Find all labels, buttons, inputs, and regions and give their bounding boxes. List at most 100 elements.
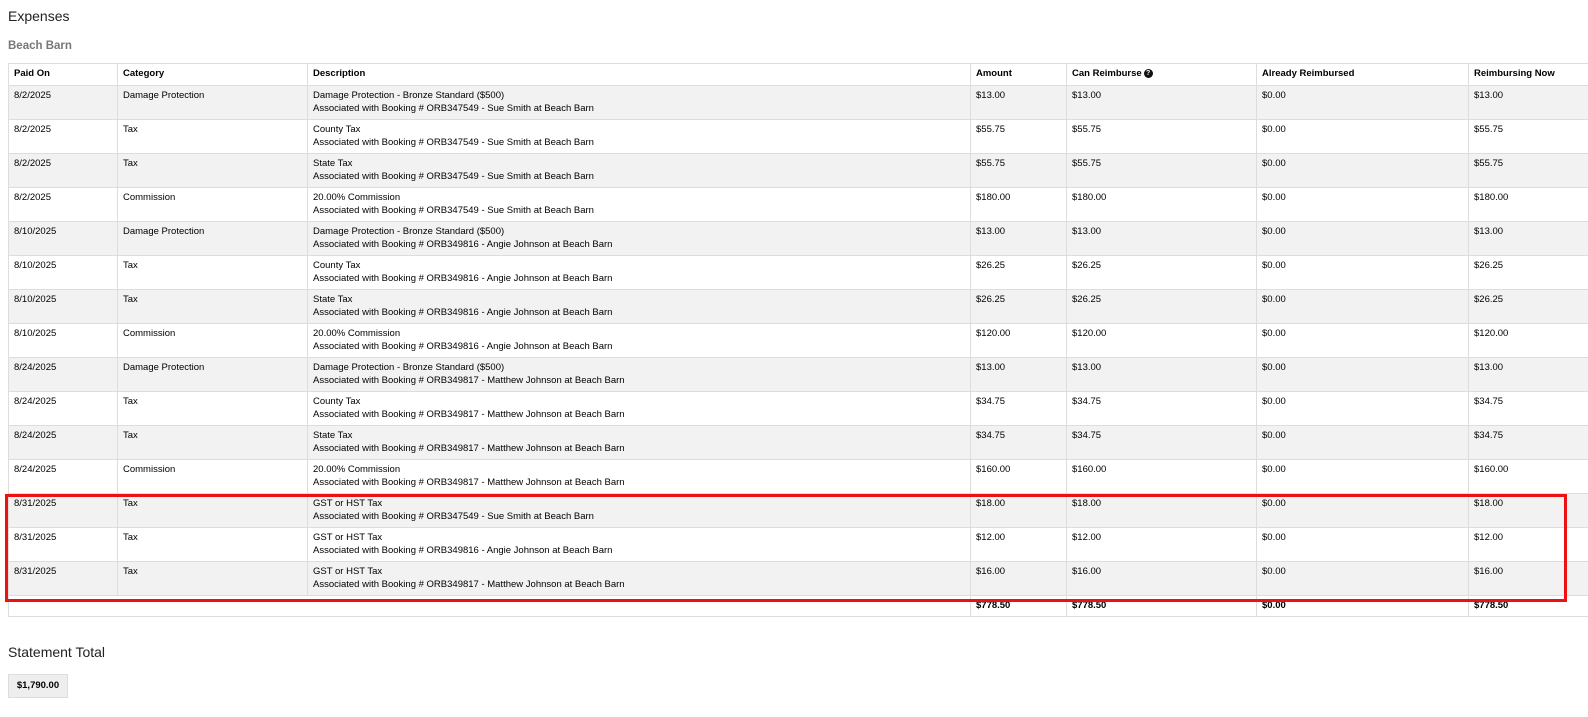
cell-amount: $180.00 — [970, 187, 1067, 222]
description-title: Damage Protection - Bronze Standard ($50… — [313, 226, 505, 237]
description-booking: Associated with Booking # ORB349817 - Ma… — [313, 578, 625, 590]
table-row: 8/2/2025 Commission 20.00% Commission Assoc… — [8, 187, 1588, 222]
cell-description: County Tax Associated with Booking # ORB3… — [307, 255, 971, 290]
cell-paid-on: 8/2/2025 — [8, 187, 118, 222]
cell-paid-on: 8/10/2025 — [8, 221, 118, 256]
description-title: 20.00% Commission — [313, 464, 401, 475]
cell-can-reimburse: $16.00 — [1066, 561, 1257, 596]
cell-reimbursing-now: $34.75 — [1468, 425, 1588, 460]
table-header-row: Paid On Category Description Amount Can … — [8, 63, 1588, 86]
cell-description: Damage Protection - Bronze Standard ($50… — [307, 221, 971, 256]
cell-amount: $12.00 — [970, 527, 1067, 562]
table-row: 8/24/2025 Commission 20.00% Commission Asso… — [8, 459, 1588, 494]
cell-already-reimbursed: $0.00 — [1256, 357, 1469, 392]
cell-category: Tax — [117, 153, 308, 188]
table-row: 8/24/2025 Tax County Tax Associated with Bo… — [8, 391, 1588, 426]
description-title: GST or HST Tax — [313, 532, 383, 543]
cell-amount: $55.75 — [970, 153, 1067, 188]
cell-paid-on: 8/2/2025 — [8, 119, 118, 154]
header-description[interactable]: Description — [307, 63, 971, 86]
cell-can-reimburse: $13.00 — [1066, 221, 1257, 256]
description-booking: Associated with Booking # ORB347549 - Su… — [313, 510, 594, 522]
description-booking: Associated with Booking # ORB347549 - Su… — [313, 102, 594, 114]
cell-paid-on: 8/2/2025 — [8, 85, 118, 120]
cell-description: GST or HST Tax Associated with Booking # … — [307, 561, 971, 596]
description-title: 20.00% Commission — [313, 192, 401, 203]
cell-paid-on: 8/10/2025 — [8, 255, 118, 290]
cell-description: County Tax Associated with Booking # ORB3… — [307, 391, 971, 426]
cell-reimbursing-now: $18.00 — [1468, 493, 1588, 528]
description-booking: Associated with Booking # ORB349816 - An… — [313, 306, 613, 318]
cell-already-reimbursed: $0.00 — [1256, 187, 1469, 222]
description-title: County Tax — [313, 396, 361, 407]
cell-amount: $34.75 — [970, 391, 1067, 426]
help-icon[interactable]: ? — [1143, 68, 1153, 78]
description-title: GST or HST Tax — [313, 566, 383, 577]
header-can-reimburse[interactable]: Can Reimburse? — [1066, 63, 1257, 86]
description-booking: Associated with Booking # ORB349817 - Ma… — [313, 374, 625, 386]
cell-description: Damage Protection - Bronze Standard ($50… — [307, 357, 971, 392]
total-already-reimbursed: $0.00 — [1256, 595, 1469, 617]
cell-can-reimburse: $55.75 — [1066, 153, 1257, 188]
expenses-page: Expenses Beach Barn Paid On Category Des… — [0, 0, 1588, 717]
header-already-reimbursed[interactable]: Already Reimbursed — [1256, 63, 1469, 86]
cell-paid-on: 8/24/2025 — [8, 459, 118, 494]
cell-amount: $26.25 — [970, 255, 1067, 290]
cell-can-reimburse: $120.00 — [1066, 323, 1257, 358]
cell-description: Damage Protection - Bronze Standard ($50… — [307, 85, 971, 120]
cell-reimbursing-now: $12.00 — [1468, 527, 1588, 562]
cell-can-reimburse: $26.25 — [1066, 255, 1257, 290]
cell-reimbursing-now: $55.75 — [1468, 153, 1588, 188]
table-row: 8/31/2025 Tax GST or HST Tax Associated wit… — [8, 561, 1588, 596]
table-row: 8/10/2025 Damage Protection Damage Protect… — [8, 221, 1588, 256]
description-booking: Associated with Booking # ORB347549 - Su… — [313, 204, 594, 216]
total-reimbursing-now: $778.50 — [1468, 595, 1588, 617]
cell-description: 20.00% Commission Associated with Booking… — [307, 187, 971, 222]
header-category[interactable]: Category — [117, 63, 308, 86]
cell-reimbursing-now: $180.00 — [1468, 187, 1588, 222]
table-row: 8/10/2025 Tax State Tax Associated with Boo… — [8, 289, 1588, 324]
description-booking: Associated with Booking # ORB349816 - An… — [313, 238, 613, 250]
statement-total-title: Statement Total — [8, 644, 106, 660]
cell-paid-on: 8/31/2025 — [8, 493, 118, 528]
cell-description: State Tax Associated with Booking # ORB34… — [307, 425, 971, 460]
cell-reimbursing-now: $55.75 — [1468, 119, 1588, 154]
cell-description: State Tax Associated with Booking # ORB34… — [307, 289, 971, 324]
header-reimbursing-now[interactable]: Reimbursing Now — [1468, 63, 1588, 86]
total-amount: $778.50 — [970, 595, 1067, 617]
totals-row: $778.50 $778.50 $0.00 $778.50 — [8, 595, 1588, 617]
cell-paid-on: 8/10/2025 — [8, 323, 118, 358]
cell-can-reimburse: $55.75 — [1066, 119, 1257, 154]
cell-already-reimbursed: $0.00 — [1256, 459, 1469, 494]
cell-category: Tax — [117, 255, 308, 290]
cell-reimbursing-now: $34.75 — [1468, 391, 1588, 426]
cell-can-reimburse: $13.00 — [1066, 85, 1257, 120]
cell-category: Commission — [117, 323, 308, 358]
description-booking: Associated with Booking # ORB349817 - Ma… — [313, 408, 625, 420]
header-paid-on[interactable]: Paid On — [8, 63, 118, 86]
cell-category: Tax — [117, 391, 308, 426]
cell-can-reimburse: $13.00 — [1066, 357, 1257, 392]
description-booking: Associated with Booking # ORB349817 - Ma… — [313, 476, 625, 488]
total-can-reimburse: $778.50 — [1066, 595, 1257, 617]
cell-category: Tax — [117, 561, 308, 596]
cell-amount: $13.00 — [970, 357, 1067, 392]
description-title: State Tax — [313, 430, 353, 441]
cell-category: Tax — [117, 289, 308, 324]
table-row: 8/10/2025 Tax County Tax Associated with Bo… — [8, 255, 1588, 290]
description-title: County Tax — [313, 260, 361, 271]
table-row: 8/2/2025 Tax State Tax Associated with Book… — [8, 153, 1588, 188]
header-amount[interactable]: Amount — [970, 63, 1067, 86]
description-title: State Tax — [313, 294, 353, 305]
cell-description: 20.00% Commission Associated with Booking… — [307, 323, 971, 358]
cell-category: Tax — [117, 119, 308, 154]
cell-category: Commission — [117, 187, 308, 222]
cell-already-reimbursed: $0.00 — [1256, 391, 1469, 426]
expenses-table: Paid On Category Description Amount Can … — [8, 63, 1588, 617]
cell-already-reimbursed: $0.00 — [1256, 289, 1469, 324]
cell-paid-on: 8/2/2025 — [8, 153, 118, 188]
cell-already-reimbursed: $0.00 — [1256, 493, 1469, 528]
description-title: State Tax — [313, 158, 353, 169]
cell-reimbursing-now: $26.25 — [1468, 289, 1588, 324]
cell-can-reimburse: $18.00 — [1066, 493, 1257, 528]
